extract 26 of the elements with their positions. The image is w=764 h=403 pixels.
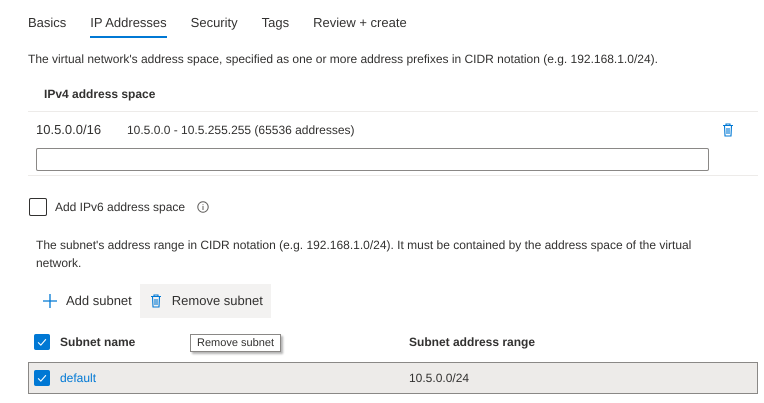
tooltip: Remove subnet xyxy=(190,334,282,352)
tab[interactable]: Basics xyxy=(28,10,66,38)
subnet-link[interactable]: default xyxy=(60,369,409,387)
checkbox[interactable] xyxy=(34,334,50,350)
add-subnet-button[interactable]: Add subnet xyxy=(34,284,140,318)
column-header: IPv4 address space xyxy=(28,82,758,112)
plus-icon xyxy=(42,293,58,309)
info-icon xyxy=(197,201,210,213)
description-text: The virtual network's address space, specified as one or more address prefixes in CIDR notation (e.g. 192.168.1.0/24). xyxy=(27,51,659,68)
table-cell-text: 10.5.0.0/16 xyxy=(36,121,102,140)
input-field[interactable] xyxy=(36,148,709,171)
tab[interactable]: Tags xyxy=(262,10,290,38)
checkbox[interactable] xyxy=(29,198,47,216)
checkbox[interactable] xyxy=(34,370,50,386)
column-header: Subnet address range xyxy=(409,334,536,351)
checkbox-label: Add IPv6 address space xyxy=(55,199,186,216)
remove-subnet-button[interactable]: Remove subnet xyxy=(140,284,271,318)
description-text: The subnet's address range in CIDR notation (e.g. 192.168.1.0/24). It must be contained by the address space of the virtual network. xyxy=(36,237,692,272)
table-row[interactable]: default 10.5.0.0/24 xyxy=(28,362,758,394)
column-header: Subnet name xyxy=(60,335,136,350)
tab[interactable]: IP Addresses xyxy=(90,10,167,38)
tab[interactable]: Review + create xyxy=(313,10,407,38)
delete-icon[interactable] xyxy=(720,122,736,138)
table-cell-text: 10.5.0.0 - 10.5.255.255 (65536 addresses) xyxy=(127,122,356,139)
table-cell-text: 10.5.0.0/24 xyxy=(409,370,470,387)
tab[interactable]: Security xyxy=(190,10,238,38)
